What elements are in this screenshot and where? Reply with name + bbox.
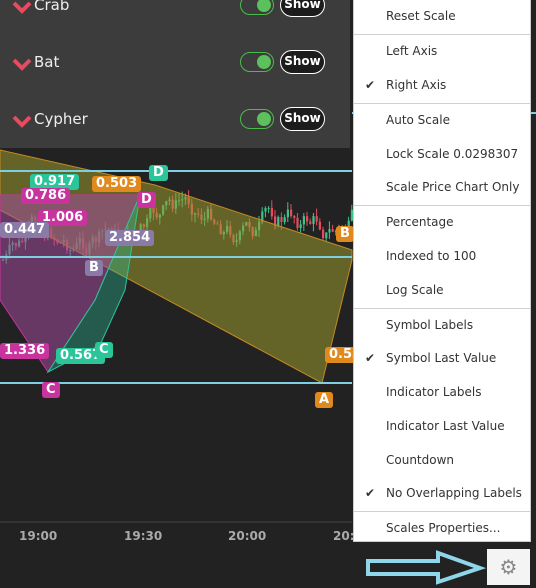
menu-item-scale-price-chart-only[interactable]: Scale Price Chart Only (354, 172, 530, 202)
pattern-name: Cypher (34, 110, 88, 128)
candle-body (299, 224, 302, 229)
pattern-label: B (85, 260, 103, 276)
candle-body (306, 216, 309, 222)
menu-item-percentage[interactable]: Percentage (354, 207, 530, 237)
menu-separator (354, 511, 530, 512)
candle-body (322, 229, 325, 239)
menu-item-countdown[interactable]: Countdown (354, 445, 530, 475)
pattern-toggle[interactable] (240, 52, 274, 72)
pattern-label: B (336, 226, 354, 242)
menu-separator (354, 308, 530, 309)
menu-item-label: Indexed to 100 (386, 249, 477, 263)
menu-item-indexed-to-100[interactable]: Indexed to 100 (354, 241, 530, 271)
scales-context-menu: Reset Scale Left Axis ✔ Right Axis Auto Scal… (353, 0, 531, 542)
pattern-label: D (149, 165, 168, 181)
menu-item-left-axis[interactable]: Left Axis (354, 36, 530, 66)
candle-body (309, 221, 312, 224)
candle-body (312, 216, 315, 224)
candle-body (277, 217, 280, 227)
show-button[interactable]: Show (280, 0, 325, 17)
menu-item-label: Symbol Last Value (386, 351, 497, 365)
candle-body (331, 229, 334, 232)
candle-body (270, 207, 273, 217)
menu-item-label: Log Scale (386, 283, 444, 297)
time-tick: 20:00 (228, 529, 267, 543)
menu-item-label: No Overlapping Labels (386, 486, 522, 500)
pattern-label: 0.503 (92, 176, 142, 192)
gear-icon: ⚙ (499, 555, 518, 579)
menu-item-scales-properties[interactable]: Scales Properties... (354, 513, 530, 543)
chevron-down-icon[interactable] (12, 57, 32, 71)
checkmark-icon: ✔ (365, 78, 376, 92)
pattern-label: C (42, 382, 60, 398)
menu-item-no-overlapping-labels[interactable]: ✔ No Overlapping Labels (354, 478, 530, 508)
menu-item-label: Countdown (386, 453, 455, 467)
pattern-row-cypher: Cypher Show (0, 106, 350, 136)
scales-settings-button[interactable]: ⚙ (487, 549, 530, 585)
menu-item-indicator-last-value[interactable]: Indicator Last Value (354, 411, 530, 441)
menu-item-label: Auto Scale (386, 113, 450, 127)
show-button[interactable]: Show (280, 50, 325, 74)
pattern-toggle[interactable] (240, 0, 274, 15)
checkmark-icon: ✔ (365, 486, 376, 500)
menu-item-label: Scales Properties... (386, 521, 501, 535)
candle-body (328, 229, 331, 233)
menu-separator (354, 205, 530, 206)
candle-body (267, 207, 270, 209)
menu-item-label: Reset Scale (386, 9, 456, 23)
candle-body (325, 232, 328, 239)
pattern-row-bat: Bat Show (0, 49, 350, 79)
pattern-label: 2.854 (105, 230, 155, 246)
menu-item-label: Indicator Last Value (386, 419, 505, 433)
menu-separator (354, 103, 530, 104)
time-tick: 19:00 (19, 529, 58, 543)
candle-body (315, 216, 318, 222)
pattern-name: Bat (34, 53, 60, 71)
menu-item-auto-scale[interactable]: Auto Scale (354, 105, 530, 135)
menu-item-label: Scale Price Chart Only (386, 180, 520, 194)
menu-item-indicator-labels[interactable]: Indicator Labels (354, 377, 530, 407)
candle-body (302, 216, 305, 225)
pattern-name: Crab (34, 0, 70, 14)
candle-body (283, 217, 286, 223)
menu-item-label: Right Axis (386, 78, 447, 92)
pattern-label: C (95, 342, 113, 358)
pattern-toggle[interactable] (240, 109, 274, 129)
checkmark-icon: ✔ (365, 351, 376, 365)
menu-item-reset-scale[interactable]: Reset Scale (354, 1, 530, 31)
pattern-label: 0.786 (21, 188, 71, 204)
pattern-label: D (137, 192, 156, 208)
candle-body (318, 221, 321, 230)
candle-body (293, 215, 296, 218)
candle-body (296, 217, 299, 229)
menu-item-label: Lock Scale 0.0298307 (386, 147, 519, 161)
menu-item-label: Percentage (386, 215, 454, 229)
candle-body (286, 209, 289, 218)
pattern-label: 0.447 (0, 222, 50, 238)
pattern-label: 1.336 (0, 343, 50, 359)
time-tick: 19:30 (124, 529, 163, 543)
candle-body (280, 217, 283, 223)
candle-body (264, 208, 267, 212)
harmonic-patterns-panel: Crab Show Bat Show Cypher Show (0, 0, 350, 148)
pattern-label: A (315, 392, 334, 408)
menu-separator (354, 34, 530, 35)
pattern-row-crab: Crab Show (0, 0, 350, 22)
menu-item-symbol-labels[interactable]: Symbol Labels (354, 310, 530, 340)
chevron-down-icon[interactable] (12, 0, 32, 14)
menu-item-log-scale[interactable]: Log Scale (354, 275, 530, 305)
arrow-annotation (366, 550, 487, 585)
menu-item-label: Left Axis (386, 44, 438, 58)
chevron-down-icon[interactable] (12, 114, 32, 128)
menu-item-symbol-last-value[interactable]: ✔ Symbol Last Value (354, 343, 530, 373)
candle-body (290, 209, 293, 216)
menu-item-label: Indicator Labels (386, 385, 482, 399)
menu-item-lock-scale-0-0298307[interactable]: Lock Scale 0.0298307 (354, 139, 530, 169)
show-button[interactable]: Show (280, 107, 325, 131)
menu-item-label: Symbol Labels (386, 318, 474, 332)
menu-item-right-axis[interactable]: ✔ Right Axis (354, 70, 530, 100)
